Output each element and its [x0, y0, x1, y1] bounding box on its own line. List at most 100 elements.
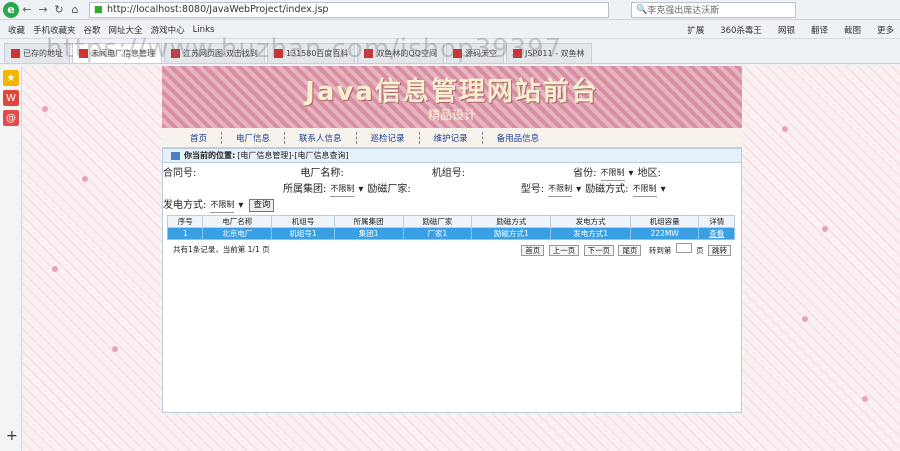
- flower-decoration: [782, 126, 788, 132]
- last-page-button[interactable]: 尾页: [618, 245, 642, 256]
- nav-home[interactable]: 首页: [162, 131, 223, 144]
- query-button[interactable]: 查询: [249, 198, 275, 212]
- search-placeholder: 李克强出席达沃斯: [647, 6, 720, 16]
- ext-item[interactable]: 网银: [778, 24, 795, 36]
- cell: 发电方式1: [550, 227, 631, 240]
- col-header: 励磁厂家: [402, 215, 473, 228]
- star-icon[interactable]: ★: [3, 70, 19, 86]
- flower-decoration: [862, 396, 868, 402]
- table-row[interactable]: 1 北京电厂 机组号1 集团1 厂家1 励磁方式1 发电方式1 222MW 查看: [166, 227, 735, 240]
- contract-no-label: 合同号:: [163, 167, 197, 179]
- bookmark-item[interactable]: Links: [193, 25, 215, 35]
- pager-summary: 共有1条记录，当前第 1/1 页: [173, 245, 270, 254]
- group-select[interactable]: 不限制: [330, 181, 355, 197]
- tab-icon: [273, 49, 283, 58]
- cell: 北京电厂: [202, 227, 273, 240]
- secure-icon: ■: [94, 4, 103, 15]
- filter-form: 合同号: 电厂名称: 机组号: 省份: 不限制 ▾ 地区: 所属集团: 不限制 …: [163, 163, 741, 213]
- browser-tab[interactable]: 源码天空: [446, 43, 505, 63]
- prev-page-button[interactable]: 上一页: [548, 245, 580, 256]
- col-header: 所属集团: [333, 215, 404, 228]
- home-icon[interactable]: ⌂: [67, 3, 83, 16]
- model-label: 型号:: [520, 183, 545, 195]
- excitation-select[interactable]: 不限制: [632, 181, 657, 197]
- flower-decoration: [112, 346, 118, 352]
- tab-icon: [513, 49, 523, 58]
- bookmark-item[interactable]: 谷歌: [84, 24, 101, 36]
- add-icon[interactable]: +: [6, 428, 18, 444]
- flower-decoration: [52, 266, 58, 272]
- nav-contacts[interactable]: 联系人信息: [285, 131, 357, 144]
- pagination: 共有1条记录，当前第 1/1 页 首页 上一页 下一页 尾页 转到第 页 跳转: [163, 240, 741, 256]
- back-icon[interactable]: ←: [19, 3, 35, 16]
- bookmark-item[interactable]: 收藏: [8, 24, 25, 36]
- col-header: 发电方式: [550, 215, 631, 228]
- main-nav: 首页 电厂信息 联系人信息 巡检记录 维护记录 备用品信息: [162, 128, 742, 148]
- tab-label: 131580百度百科: [285, 49, 349, 58]
- unit-no-label: 机组号:: [431, 167, 466, 179]
- browser-tab[interactable]: 已存的地址: [4, 43, 70, 63]
- table-header-row: 序号 电厂名称 机组号 所属集团 励磁厂家 励磁方式 发电方式 机组容量 详情: [166, 215, 735, 228]
- nav-maintenance[interactable]: 维护记录: [420, 131, 483, 144]
- ext-item[interactable]: 扩展: [687, 24, 704, 36]
- flower-decoration: [82, 176, 88, 182]
- ext-item[interactable]: 截图: [844, 24, 861, 36]
- tab-icon: [364, 49, 374, 58]
- chevron-down-icon: ▾: [628, 167, 634, 179]
- chevron-down-icon: ▾: [238, 199, 244, 211]
- gen-method-select[interactable]: 不限制: [210, 197, 235, 213]
- tab-icon: [453, 49, 463, 58]
- url-text: http://localhost:8080/JavaWebProject/ind…: [106, 4, 329, 15]
- cell: 机组号1: [271, 227, 335, 240]
- flower-decoration: [822, 226, 828, 232]
- search-input[interactable]: 🔍 李克强出席达沃斯: [631, 1, 796, 18]
- address-bar-row: e ← → ↻ ⌂ ■ http://localhost:8080/JavaWe…: [0, 0, 900, 20]
- group-label: 所属集团:: [283, 183, 327, 195]
- page-number-input[interactable]: [675, 243, 692, 253]
- bookmark-item[interactable]: 网址大全: [109, 24, 143, 36]
- region-label: 地区:: [637, 167, 661, 179]
- site-title: Java信息管理网站前台: [305, 77, 599, 107]
- go-button[interactable]: 跳转: [708, 245, 731, 256]
- browser-tab-active[interactable]: 未闻电厂信息管理: [72, 43, 162, 63]
- view-link[interactable]: 查看: [709, 229, 724, 238]
- site-subtitle: 精品设计: [427, 108, 476, 122]
- nav-spares[interactable]: 备用品信息: [483, 132, 554, 144]
- reload-icon[interactable]: ↻: [51, 3, 67, 16]
- tab-icon: [79, 49, 88, 58]
- bookmark-item[interactable]: 手机收藏夹: [33, 24, 76, 36]
- col-header: 序号: [166, 215, 204, 228]
- col-header: 详情: [698, 215, 735, 228]
- tab-label: 源码天空: [465, 49, 498, 58]
- ext-item[interactable]: 更多: [877, 24, 894, 36]
- page-unit-label: 页: [696, 246, 704, 255]
- breadcrumb: 你当前的位置: [电厂信息管理]-[电厂信息查询]: [163, 149, 741, 163]
- browser-chrome: e ← → ↻ ⌂ ■ http://localhost:8080/JavaWe…: [0, 0, 900, 66]
- mail-icon[interactable]: @: [3, 110, 19, 126]
- forward-icon[interactable]: →: [35, 3, 51, 16]
- browser-tab[interactable]: 131580百度百科: [266, 43, 356, 63]
- plant-name-label: 电厂名称:: [300, 167, 344, 179]
- browser-logo-icon: e: [3, 1, 19, 18]
- nav-inspection[interactable]: 巡检记录: [357, 131, 420, 144]
- tab-label: 双鱼林的QQ空间: [376, 49, 438, 58]
- next-page-button[interactable]: 下一页: [583, 245, 615, 256]
- province-select[interactable]: 不限制: [600, 165, 625, 181]
- ext-item[interactable]: 360杀毒王: [720, 24, 762, 36]
- chevron-down-icon: ▾: [576, 183, 582, 195]
- breadcrumb-path: [电厂信息管理]-[电厂信息查询]: [237, 151, 349, 160]
- first-page-button[interactable]: 首页: [521, 245, 545, 256]
- browser-tab[interactable]: 双鱼林的QQ空间: [357, 43, 445, 63]
- pager-controls: 首页 上一页 下一页 尾页 转到第 页 跳转: [519, 243, 731, 256]
- folder-icon: [171, 151, 180, 160]
- nav-plant-info[interactable]: 电厂信息: [222, 131, 286, 144]
- browser-tab[interactable]: JSP011 - 双鱼林: [506, 43, 592, 63]
- model-select[interactable]: 不限制: [548, 181, 573, 197]
- browser-tab[interactable]: 江苏网页图-双击找到: [164, 43, 265, 63]
- ext-item[interactable]: 翻译: [811, 24, 828, 36]
- side-toolbar: ★ W @: [0, 66, 22, 451]
- url-input[interactable]: ■ http://localhost:8080/JavaWebProject/i…: [89, 1, 609, 18]
- weibo-icon[interactable]: W: [3, 90, 19, 106]
- bookmark-item[interactable]: 游戏中心: [151, 24, 185, 36]
- cell: 集团1: [333, 227, 404, 240]
